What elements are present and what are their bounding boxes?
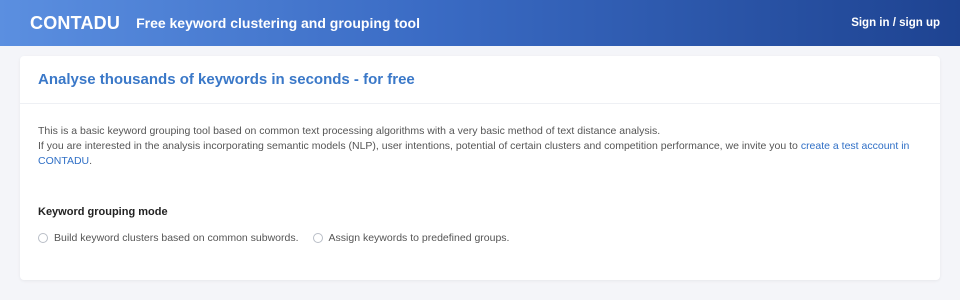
grouping-mode-title: Keyword grouping mode: [38, 206, 168, 218]
option-label: Build keyword clusters based on common s…: [54, 232, 299, 244]
description: This is a basic keyword grouping tool ba…: [38, 124, 922, 169]
description-line-1: This is a basic keyword grouping tool ba…: [38, 125, 661, 137]
contadu-logo[interactable]: CONTADU: [30, 13, 120, 34]
main-card: Analyse thousands of keywords in seconds…: [20, 56, 940, 280]
top-header: CONTADU Free keyword clustering and grou…: [0, 0, 960, 46]
signin-link[interactable]: Sign in / sign up: [851, 17, 940, 29]
brand: CONTADU Free keyword clustering and grou…: [30, 13, 420, 34]
page-title: Analyse thousands of keywords in seconds…: [38, 71, 415, 88]
option-label: Assign keywords to predefined groups.: [328, 232, 510, 244]
header-tagline: Free keyword clustering and grouping too…: [136, 15, 420, 31]
radio-button[interactable]: [38, 233, 48, 243]
grouping-mode-options: Build keyword clusters based on common s…: [38, 232, 922, 244]
radio-button[interactable]: [312, 233, 323, 243]
card-header: Analyse thousands of keywords in seconds…: [20, 56, 940, 104]
description-end: .: [89, 155, 93, 167]
option-common-subwords[interactable]: Build keyword clusters based on common s…: [38, 232, 299, 244]
description-line-2: If you are interested in the analysis in…: [38, 140, 801, 152]
card-body: This is a basic keyword grouping tool ba…: [20, 104, 940, 244]
option-predefined-groups[interactable]: Assign keywords to predefined groups.: [312, 232, 510, 244]
